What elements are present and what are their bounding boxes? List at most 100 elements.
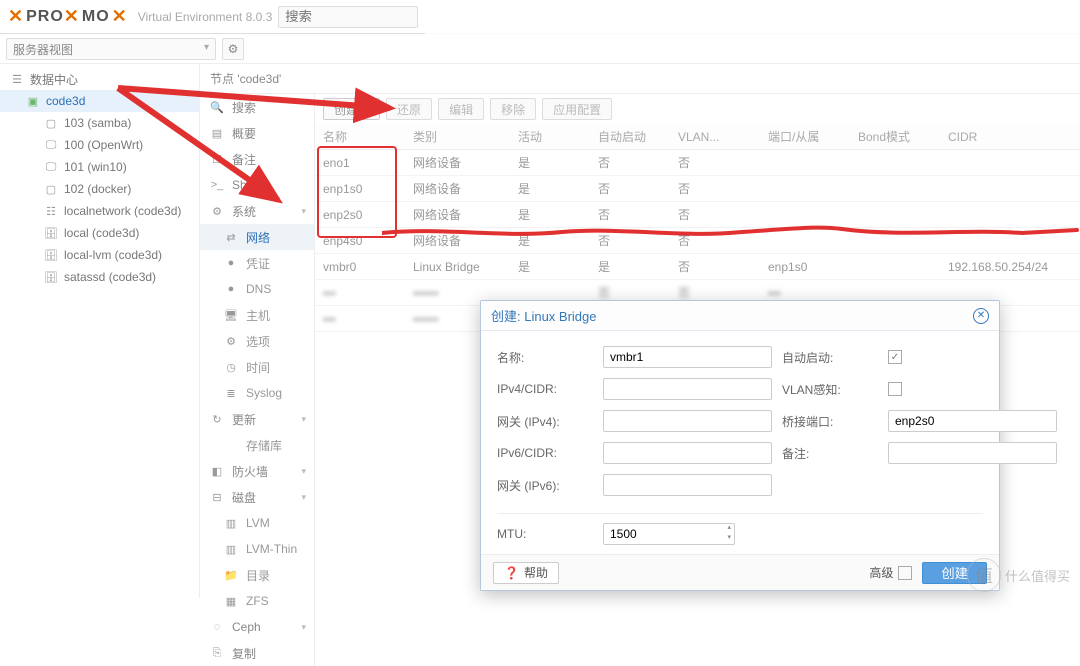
chevron-down-icon: ▾ — [301, 622, 306, 633]
network-icon: ☷ — [44, 205, 58, 218]
sidemenu-备注[interactable]: ☐备注 — [200, 146, 314, 172]
menu-icon: ● — [224, 283, 238, 295]
advanced-toggle[interactable]: 高级 — [869, 564, 912, 581]
sidemenu-选项[interactable]: ⚙选项 — [200, 328, 314, 354]
menu-icon: 🖥 — [224, 309, 238, 322]
tree-node-code3d[interactable]: ▣code3d — [0, 90, 199, 112]
brand-text-2: MO — [82, 8, 110, 26]
sidemenu-网络[interactable]: ⇄网络 — [200, 224, 314, 250]
table-row[interactable]: enp2s0网络设备是否否 — [315, 202, 1080, 228]
sidemenu-更新[interactable]: ↻更新▾ — [200, 406, 314, 432]
resource-tree[interactable]: ☰数据中心 ▣code3d ▢103 (samba) 🖵100 (OpenWrt… — [0, 64, 200, 598]
tree-vm-102[interactable]: ▢102 (docker) — [0, 178, 199, 200]
sidemenu-dns[interactable]: ●DNS — [200, 276, 314, 302]
checkbox-vlan[interactable] — [888, 382, 902, 396]
col-ports[interactable]: 端口/从属 — [760, 124, 850, 150]
label-ipv4: IPv4/CIDR: — [497, 382, 597, 396]
sidemenu-时间[interactable]: ◷时间 — [200, 354, 314, 380]
sidemenu-防火墙[interactable]: ◧防火墙▾ — [200, 458, 314, 484]
input-gw4[interactable] — [603, 410, 772, 432]
edit-button[interactable]: 编辑 — [438, 98, 484, 120]
sidemenu-概要[interactable]: ▤概要 — [200, 120, 314, 146]
version-text: Virtual Environment 8.0.3 — [138, 10, 273, 24]
menu-icon: ⇄ — [224, 231, 238, 244]
col-name[interactable]: 名称 — [315, 124, 405, 150]
input-name[interactable] — [603, 346, 772, 368]
tree-vm-101[interactable]: 🖵101 (win10) — [0, 156, 199, 178]
menu-icon: 🔍 — [210, 101, 224, 114]
sidemenu-存储库[interactable]: 存储库 — [200, 432, 314, 458]
input-ipv4[interactable] — [603, 378, 772, 400]
tree-vm-103[interactable]: ▢103 (samba) — [0, 112, 199, 134]
tree-localnetwork[interactable]: ☷localnetwork (code3d) — [0, 200, 199, 222]
view-select[interactable]: 服务器视图 — [6, 38, 216, 60]
input-comment[interactable] — [888, 442, 1057, 464]
apply-button[interactable]: 应用配置 — [542, 98, 612, 120]
dialog-close-button[interactable]: ✕ — [973, 308, 989, 324]
sidemenu-目录[interactable]: 📁目录 — [200, 562, 314, 588]
sidemenu-凭证[interactable]: ●凭证 — [200, 250, 314, 276]
menu-icon: ◷ — [224, 361, 238, 374]
tree-datacenter[interactable]: ☰数据中心 — [0, 68, 199, 90]
tree-local-lvm[interactable]: 🗄local-lvm (code3d) — [0, 244, 199, 266]
input-ipv6[interactable] — [603, 442, 772, 464]
sidemenu-shell[interactable]: >_Shell — [200, 172, 314, 198]
label-comment: 备注: — [782, 445, 882, 462]
table-row[interactable]: enp1s0网络设备是否否 — [315, 176, 1080, 202]
input-gw6[interactable] — [603, 474, 772, 496]
sidemenu-复制[interactable]: ⎘复制 — [200, 640, 314, 666]
sidemenu-主机[interactable]: 🖥主机 — [200, 302, 314, 328]
tree-local[interactable]: 🗄local (code3d) — [0, 222, 199, 244]
tree-satassd[interactable]: 🗄satassd (code3d) — [0, 266, 199, 288]
menu-icon: ↻ — [210, 413, 224, 426]
input-mtu[interactable] — [603, 523, 735, 545]
storage-icon: 🗄 — [44, 249, 58, 262]
checkbox-autostart[interactable]: ✓ — [888, 350, 902, 364]
menu-icon: ● — [224, 257, 238, 269]
global-search-input[interactable] — [278, 6, 418, 28]
create-button[interactable]: 创建 — [323, 98, 380, 120]
chevron-down-icon: ▾ — [301, 414, 306, 425]
menu-icon: ▥ — [224, 543, 238, 556]
breadcrumb: 节点 'code3d' — [200, 64, 1080, 94]
sidemenu-搜索[interactable]: 🔍搜索 — [200, 94, 314, 120]
view-settings-button[interactable]: ⚙ — [222, 38, 244, 60]
restore-button[interactable]: 还原 — [386, 98, 432, 120]
col-type[interactable]: 类别 — [405, 124, 510, 150]
input-bridgeport[interactable] — [888, 410, 1057, 432]
menu-icon: 📁 — [224, 569, 238, 582]
grid-toolbar: 创建 还原 编辑 移除 应用配置 — [315, 94, 1080, 124]
help-button[interactable]: ❓帮助 — [493, 562, 559, 584]
col-active[interactable]: 活动 — [510, 124, 590, 150]
col-autostart[interactable]: 自动启动 — [590, 124, 670, 150]
label-mtu: MTU: — [497, 527, 597, 541]
sidemenu-磁盘[interactable]: ⊟磁盘▾ — [200, 484, 314, 510]
help-icon: ❓ — [504, 566, 519, 580]
sidemenu-syslog[interactable]: ≣Syslog — [200, 380, 314, 406]
menu-icon: ⚙ — [210, 205, 224, 218]
logo-x-icon: ✕ — [64, 6, 80, 27]
table-row[interactable]: enp4s0网络设备是否否 — [315, 228, 1080, 254]
col-vlan[interactable]: VLAN... — [670, 124, 760, 150]
menu-icon: ◌ — [210, 621, 224, 633]
sidemenu-lvm[interactable]: ▥LVM — [200, 510, 314, 536]
node-sidemenu[interactable]: 🔍搜索▤概要☐备注>_Shell⚙系统▾⇄网络●凭证●DNS🖥主机⚙选项◷时间≣… — [200, 94, 315, 666]
col-bond[interactable]: Bond模式 — [850, 124, 940, 150]
sidemenu-系统[interactable]: ⚙系统▾ — [200, 198, 314, 224]
tree-vm-100[interactable]: 🖵100 (OpenWrt) — [0, 134, 199, 156]
col-cidr[interactable]: CIDR — [940, 124, 1080, 150]
sidemenu-ceph[interactable]: ◌Ceph▾ — [200, 614, 314, 640]
remove-button[interactable]: 移除 — [490, 98, 536, 120]
logo-x-icon: ✕ — [112, 6, 128, 27]
menu-icon: ◧ — [210, 465, 224, 478]
table-row[interactable]: vmbr0Linux Bridge是是否enp1s0192.168.50.254… — [315, 254, 1080, 280]
checkbox-advanced[interactable] — [898, 566, 912, 580]
table-row[interactable]: eno1网络设备是否否 — [315, 150, 1080, 176]
brand-logo: ✕ PRO ✕ MO ✕ — [8, 6, 128, 27]
sidemenu-lvm-thin[interactable]: ▥LVM-Thin — [200, 536, 314, 562]
sidemenu-zfs[interactable]: ▦ZFS — [200, 588, 314, 614]
label-autostart: 自动启动: — [782, 349, 882, 366]
menu-icon: ⚙ — [224, 335, 238, 348]
dialog-title-bar[interactable]: 创建: Linux Bridge ✕ — [481, 301, 999, 331]
menu-icon: ≣ — [224, 387, 238, 400]
